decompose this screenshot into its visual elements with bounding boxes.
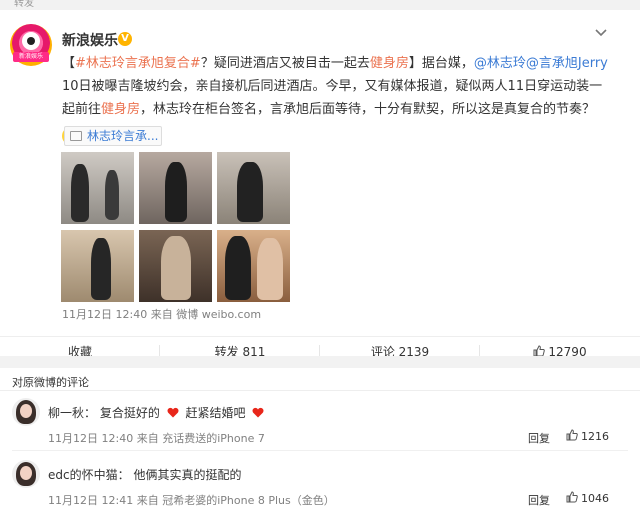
reply-button[interactable]: 回复 <box>528 430 550 446</box>
comment-item: 柳一秋： 复合挺好的 赶紧结婚吧 11月12日 12:40 来自 充话费送的iP… <box>0 398 640 460</box>
heart-icon <box>252 407 264 418</box>
photo-2[interactable] <box>139 152 212 224</box>
comment-like-button[interactable]: 1216 <box>566 429 609 443</box>
comments-section: 对原微博的评论 柳一秋： 复合挺好的 赶紧结婚吧 11月12日 12:40 来自… <box>0 368 640 525</box>
comment-like-button[interactable]: 1046 <box>566 491 609 505</box>
previous-card-text: 转发 <box>14 0 34 9</box>
weibo-post-card: 新浪娱乐 新浪娱乐 V 【#林志玲言承旭复合#？疑同进酒店又被目击一起去健身房】… <box>0 10 640 365</box>
previous-card-edge: 转发 <box>0 0 640 10</box>
photo-grid <box>61 152 293 302</box>
gym-link-2[interactable]: 健身房 <box>101 102 140 117</box>
heart-icon <box>167 407 179 418</box>
comment-meta: 11月12日 12:41 来自 冠希老婆的iPhone 8 Plus（金色） <box>48 494 335 507</box>
topic-link[interactable]: #林志玲言承旭复合# <box>75 56 201 71</box>
commenter-avatar[interactable] <box>12 460 40 488</box>
chevron-down-icon[interactable] <box>594 26 608 42</box>
thumbs-up-icon <box>566 429 578 441</box>
thumbs-up-icon <box>566 491 578 503</box>
topic-pill[interactable]: 林志玲言承... <box>64 126 162 146</box>
mention-yan[interactable]: @言承旭Jerry <box>526 56 608 71</box>
avatar-tag: 新浪娱乐 <box>13 52 49 62</box>
reply-button[interactable]: 回复 <box>528 492 550 508</box>
image-icon <box>70 131 82 141</box>
section-gap <box>0 356 640 368</box>
comment-meta: 11月12日 12:40 来自 充话费送的iPhone 7 <box>48 432 265 445</box>
logo-eye-icon <box>22 32 40 50</box>
verified-badge-icon: V <box>118 32 132 46</box>
commenter-avatar[interactable] <box>12 398 40 426</box>
comment-content: 柳一秋： 复合挺好的 赶紧结婚吧 <box>48 404 267 421</box>
divider <box>0 390 640 391</box>
post-source[interactable]: 微博 weibo.com <box>176 308 261 321</box>
commenter-name[interactable]: edc的怀中猫 <box>48 468 118 482</box>
post-time[interactable]: 11月12日 12:40 <box>62 308 147 321</box>
photo-1[interactable] <box>61 152 134 224</box>
comments-header: 对原微博的评论 <box>12 376 89 389</box>
comment-item: edc的怀中猫： 他俩其实真的挺配的 11月12日 12:41 来自 冠希老婆的… <box>0 460 640 522</box>
photo-4[interactable] <box>61 230 134 302</box>
comment-content: edc的怀中猫： 他俩其实真的挺配的 <box>48 468 242 482</box>
photo-3[interactable] <box>217 152 290 224</box>
author-name[interactable]: 新浪娱乐 <box>62 30 118 50</box>
photo-6[interactable] <box>217 230 290 302</box>
post-meta: 11月12日 12:40 来自 微博 weibo.com <box>62 308 262 321</box>
mention-lin[interactable]: @林志玲 <box>474 56 526 71</box>
commenter-name[interactable]: 柳一秋 <box>48 406 84 420</box>
author-avatar[interactable]: 新浪娱乐 <box>10 24 52 66</box>
photo-5[interactable] <box>139 230 212 302</box>
gym-link-1[interactable]: 健身房 <box>370 56 409 71</box>
divider <box>12 450 628 451</box>
